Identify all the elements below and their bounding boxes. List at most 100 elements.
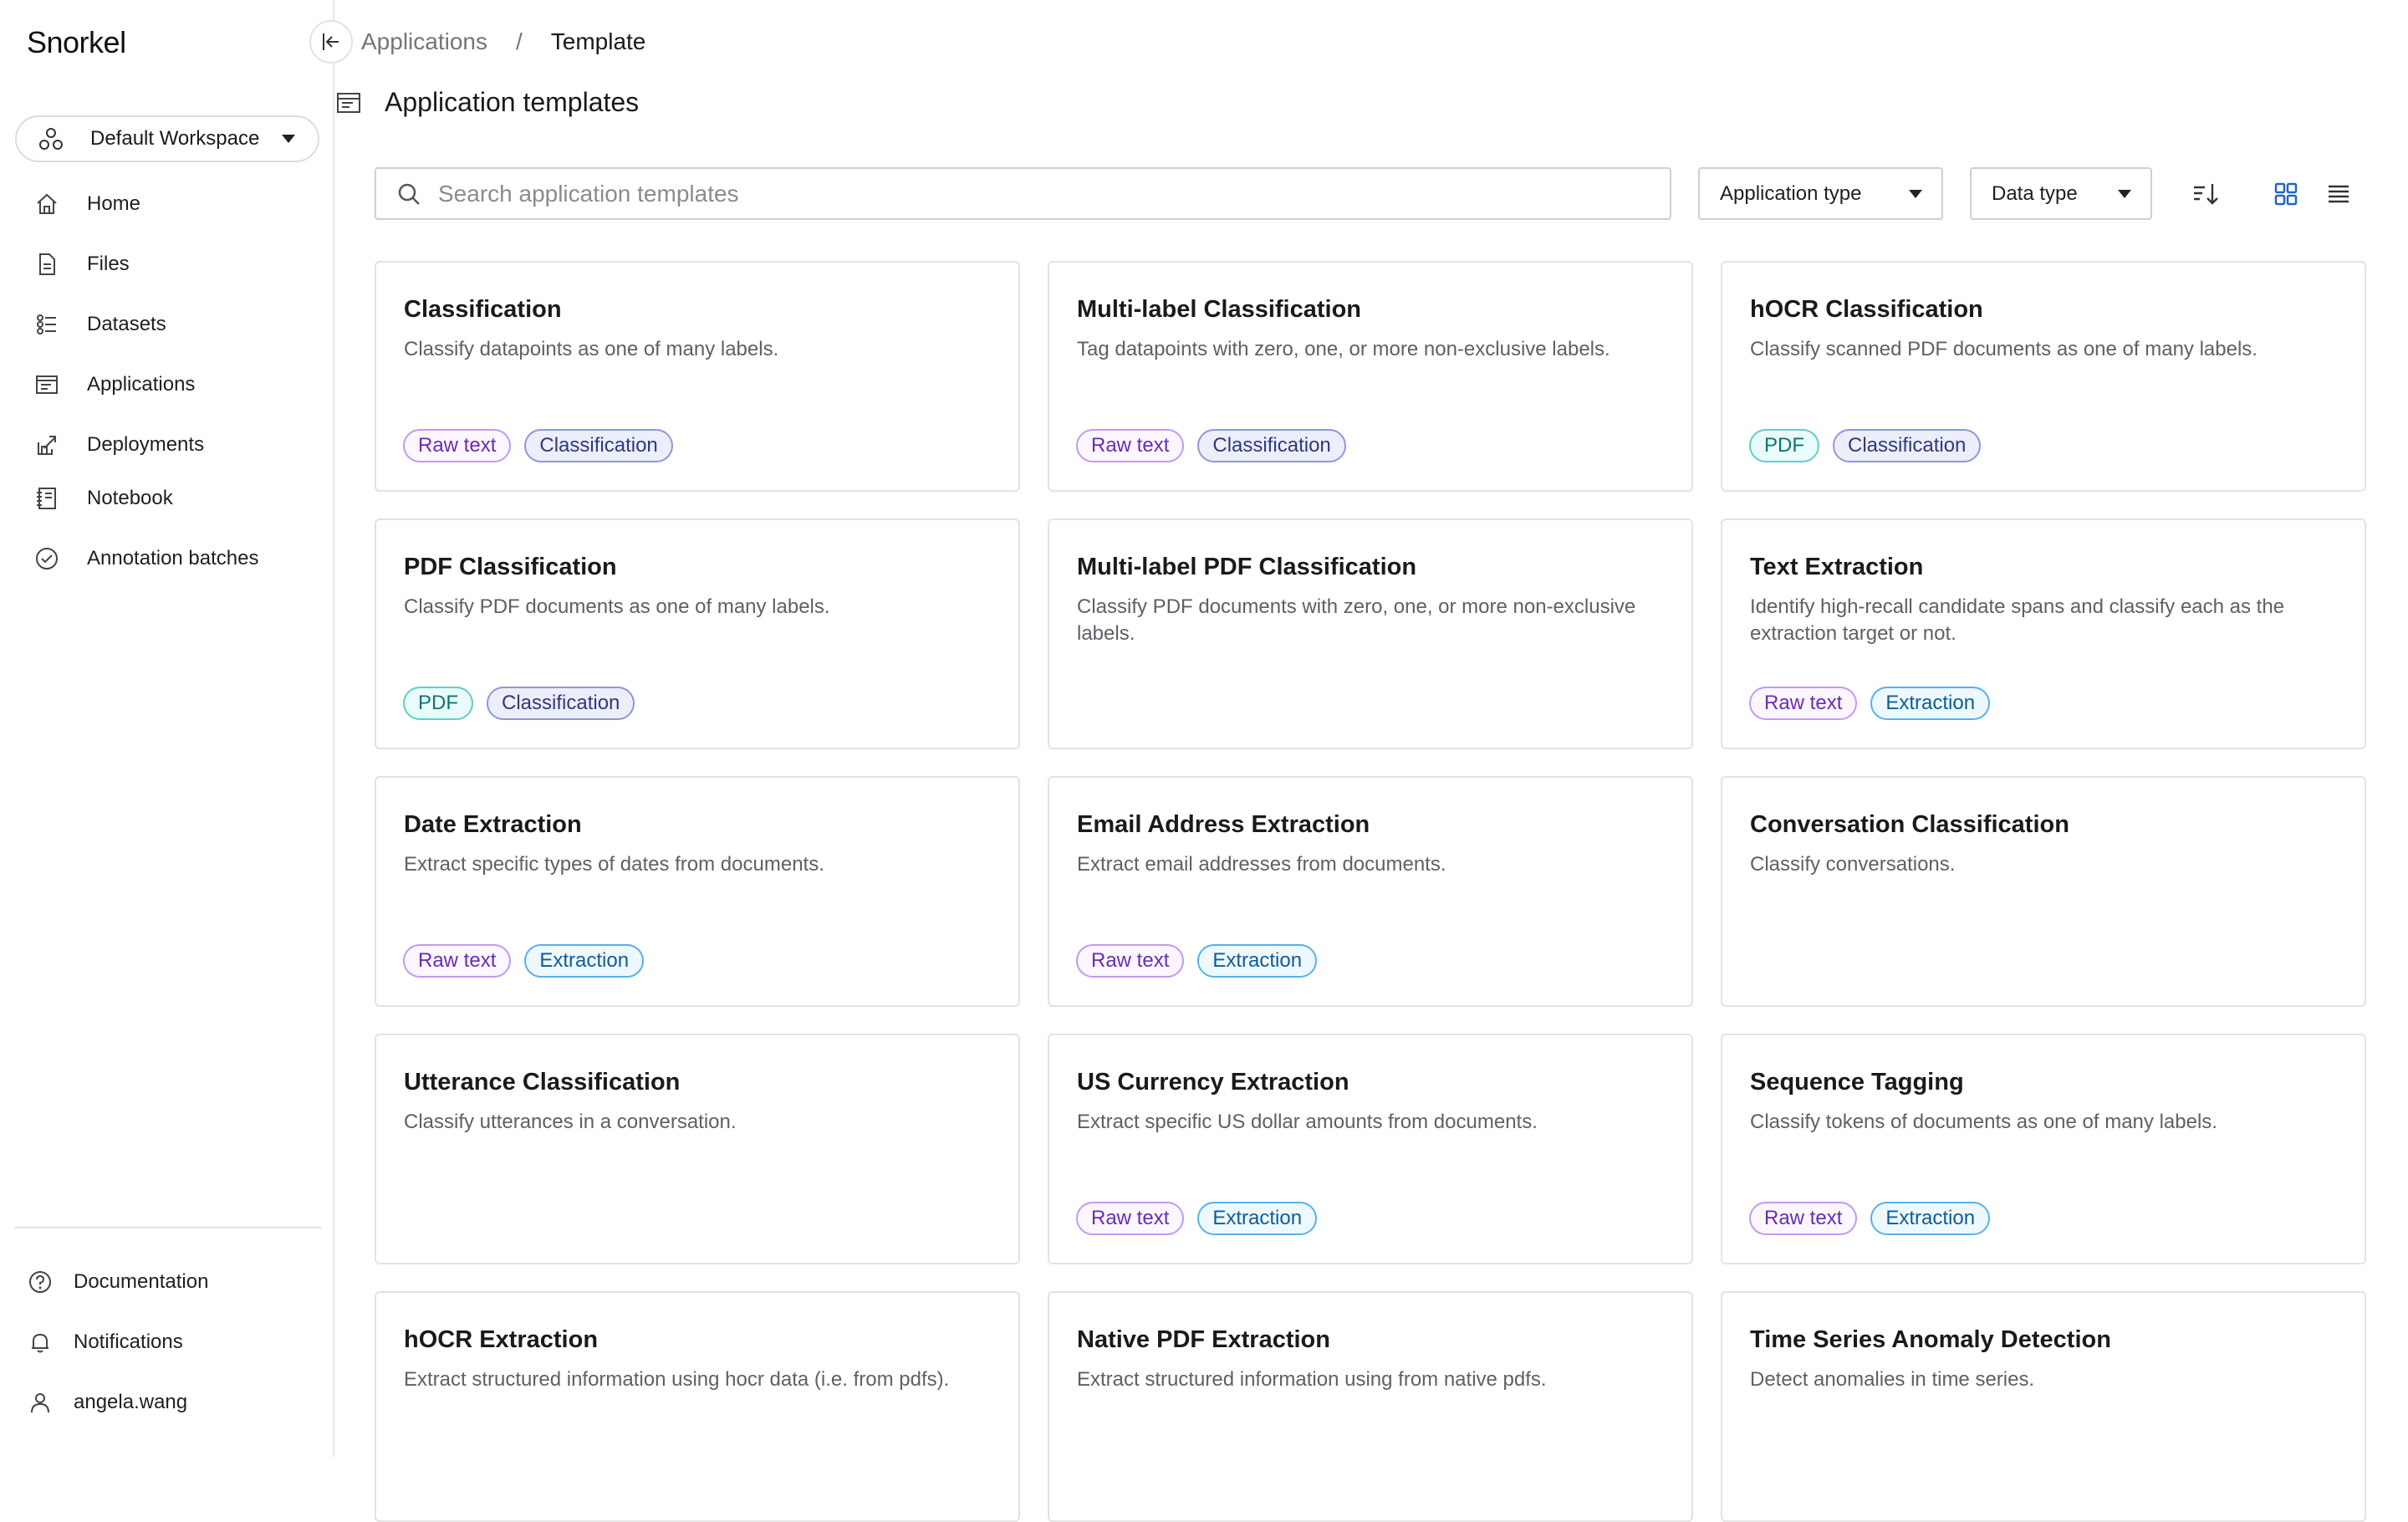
raw-text-tag: Raw text bbox=[1749, 1202, 1858, 1235]
template-card-description: Classify utterances in a conversation. bbox=[404, 1111, 737, 1133]
template-card[interactable]: Conversation Classification Classify conv… bbox=[1721, 776, 2366, 1007]
raw-text-tag: Raw text bbox=[403, 429, 512, 462]
caret-down-icon bbox=[1909, 189, 1922, 198]
template-card-title: Classification bbox=[404, 296, 562, 323]
template-card[interactable]: Sequence Tagging Classify tokens of docum… bbox=[1721, 1034, 2366, 1264]
template-card-description: Extract specific types of dates from doc… bbox=[404, 853, 824, 876]
deployments-icon bbox=[32, 430, 62, 460]
workspace-icon bbox=[39, 128, 63, 150]
template-card-description: Detect anomalies in time series. bbox=[1750, 1368, 2035, 1391]
applications-icon bbox=[32, 370, 62, 400]
template-card-tags: Raw text Classification bbox=[1076, 429, 1346, 462]
template-card[interactable]: hOCR Classification Classify scanned PDF … bbox=[1721, 261, 2366, 492]
sidebar-item-documentation[interactable]: Documentation bbox=[0, 1259, 334, 1305]
extraction-tag: Extraction bbox=[524, 944, 645, 978]
breadcrumb-current: Template bbox=[550, 28, 646, 54]
sidebar-divider bbox=[15, 1227, 321, 1228]
template-card-title: Multi-label Classification bbox=[1077, 296, 1361, 323]
template-card[interactable]: Date Extraction Extract specific types of… bbox=[375, 776, 1020, 1007]
bell-icon bbox=[25, 1327, 55, 1357]
raw-text-tag: Raw text bbox=[1076, 1202, 1185, 1235]
workspace-selector[interactable]: Default Workspace bbox=[15, 115, 319, 162]
template-card-description: Extract structured information using hoc… bbox=[404, 1368, 950, 1391]
template-card-title: Email Address Extraction bbox=[1077, 811, 1370, 838]
caret-down-icon bbox=[2118, 189, 2131, 198]
sidebar-item-annotation-batches[interactable]: Annotation batches bbox=[0, 535, 334, 582]
sidebar-item-label: Notebook bbox=[87, 487, 173, 509]
extraction-tag: Extraction bbox=[1870, 687, 1991, 720]
sidebar-item-label: Deployments bbox=[87, 433, 205, 456]
sort-button[interactable] bbox=[2187, 176, 2224, 212]
template-card-title: Text Extraction bbox=[1750, 554, 1924, 580]
sidebar-item-label: Applications bbox=[87, 373, 196, 396]
collapse-sidebar-button[interactable] bbox=[309, 20, 353, 64]
template-card-tags: Raw text Classification bbox=[403, 429, 673, 462]
template-card-title: Sequence Tagging bbox=[1750, 1069, 1964, 1096]
breadcrumb: Applications / Template bbox=[361, 28, 645, 55]
extraction-tag: Extraction bbox=[1870, 1202, 1991, 1235]
template-card-title: PDF Classification bbox=[404, 554, 617, 580]
template-card-tags: Raw text Extraction bbox=[1749, 687, 1991, 720]
application-type-dropdown[interactable]: Application type bbox=[1698, 167, 1943, 220]
breadcrumb-separator: / bbox=[515, 28, 523, 54]
search-input[interactable] bbox=[436, 179, 1610, 208]
template-card[interactable]: Time Series Anomaly Detection Detect anom… bbox=[1721, 1291, 2366, 1522]
sidebar-item-notebook[interactable]: Notebook bbox=[0, 475, 334, 522]
grid-view-button[interactable] bbox=[2268, 176, 2304, 212]
sidebar-item-label: Datasets bbox=[87, 313, 166, 335]
application-type-label: Application type bbox=[1720, 181, 1862, 205]
caret-down-icon bbox=[282, 135, 295, 143]
sidebar-item-deployments[interactable]: Deployments bbox=[0, 421, 334, 468]
raw-text-tag: Raw text bbox=[1749, 687, 1858, 720]
applications-icon bbox=[337, 92, 360, 113]
template-card[interactable]: Text Extraction Identify high-recall cand… bbox=[1721, 518, 2366, 749]
datasets-icon bbox=[32, 309, 62, 340]
template-card[interactable]: Email Address Extraction Extract email ad… bbox=[1048, 776, 1693, 1007]
template-card-tags: Raw text Extraction bbox=[1076, 944, 1318, 978]
sidebar-item-files[interactable]: Files bbox=[0, 241, 334, 288]
sidebar-item-user[interactable]: angela.wang bbox=[0, 1379, 334, 1426]
template-card-description: Tag datapoints with zero, one, or more n… bbox=[1077, 338, 1610, 360]
template-card[interactable]: US Currency Extraction Extract specific U… bbox=[1048, 1034, 1693, 1264]
template-card[interactable]: Native PDF Extraction Extract structured … bbox=[1048, 1291, 1693, 1522]
template-card[interactable]: Classification Classify datapoints as one… bbox=[375, 261, 1020, 492]
classification-tag: Classification bbox=[524, 429, 673, 462]
sidebar: Snorkel Default Workspace Home Files Dat… bbox=[0, 0, 334, 1457]
breadcrumb-applications-link[interactable]: Applications bbox=[361, 28, 487, 55]
sidebar-item-home[interactable]: Home bbox=[0, 181, 334, 227]
home-icon bbox=[32, 189, 62, 219]
template-card-description: Classify scanned PDF documents as one of… bbox=[1750, 338, 2258, 360]
sidebar-item-applications[interactable]: Applications bbox=[0, 361, 334, 408]
template-card-title: Conversation Classification bbox=[1750, 811, 2069, 838]
classification-tag: Classification bbox=[1197, 429, 1346, 462]
template-card[interactable]: Multi-label PDF Classification Classify P… bbox=[1048, 518, 1693, 749]
template-card-tags: Raw text Extraction bbox=[1749, 1202, 1991, 1235]
template-card[interactable]: Utterance Classification Classify utteran… bbox=[375, 1034, 1020, 1264]
notebook-icon bbox=[32, 483, 62, 513]
template-card-description: Classify conversations. bbox=[1750, 853, 1956, 876]
data-type-label: Data type bbox=[1992, 181, 2078, 205]
template-card[interactable]: Multi-label Classification Tag datapoints… bbox=[1048, 261, 1693, 492]
raw-text-tag: Raw text bbox=[1076, 429, 1185, 462]
template-card-description: Classify PDF documents as one of many la… bbox=[404, 595, 830, 618]
collapse-left-icon bbox=[323, 33, 339, 50]
sidebar-item-label: Files bbox=[87, 253, 130, 275]
template-card-description: Extract email addresses from documents. bbox=[1077, 853, 1446, 876]
template-card-title: Time Series Anomaly Detection bbox=[1750, 1326, 2111, 1353]
data-type-dropdown[interactable]: Data type bbox=[1970, 167, 2152, 220]
sidebar-item-datasets[interactable]: Datasets bbox=[0, 301, 334, 348]
snorkel-logo[interactable]: Snorkel bbox=[27, 25, 126, 60]
sort-descending-icon bbox=[2194, 184, 2218, 205]
pdf-tag: PDF bbox=[1749, 429, 1819, 462]
classification-tag: Classification bbox=[1833, 429, 1982, 462]
template-card-title: US Currency Extraction bbox=[1077, 1069, 1349, 1096]
sidebar-item-label: Home bbox=[87, 192, 141, 215]
sidebar-item-notifications[interactable]: Notifications bbox=[0, 1319, 334, 1366]
help-icon bbox=[25, 1267, 55, 1297]
template-card[interactable]: PDF Classification Classify PDF documents… bbox=[375, 518, 1020, 749]
template-card[interactable]: hOCR Extraction Extract structured inform… bbox=[375, 1291, 1020, 1522]
search-box[interactable] bbox=[375, 167, 1671, 220]
list-view-button[interactable] bbox=[2320, 176, 2357, 212]
check-circle-icon bbox=[32, 544, 62, 574]
template-card-description: Classify tokens of documents as one of m… bbox=[1750, 1111, 2217, 1133]
